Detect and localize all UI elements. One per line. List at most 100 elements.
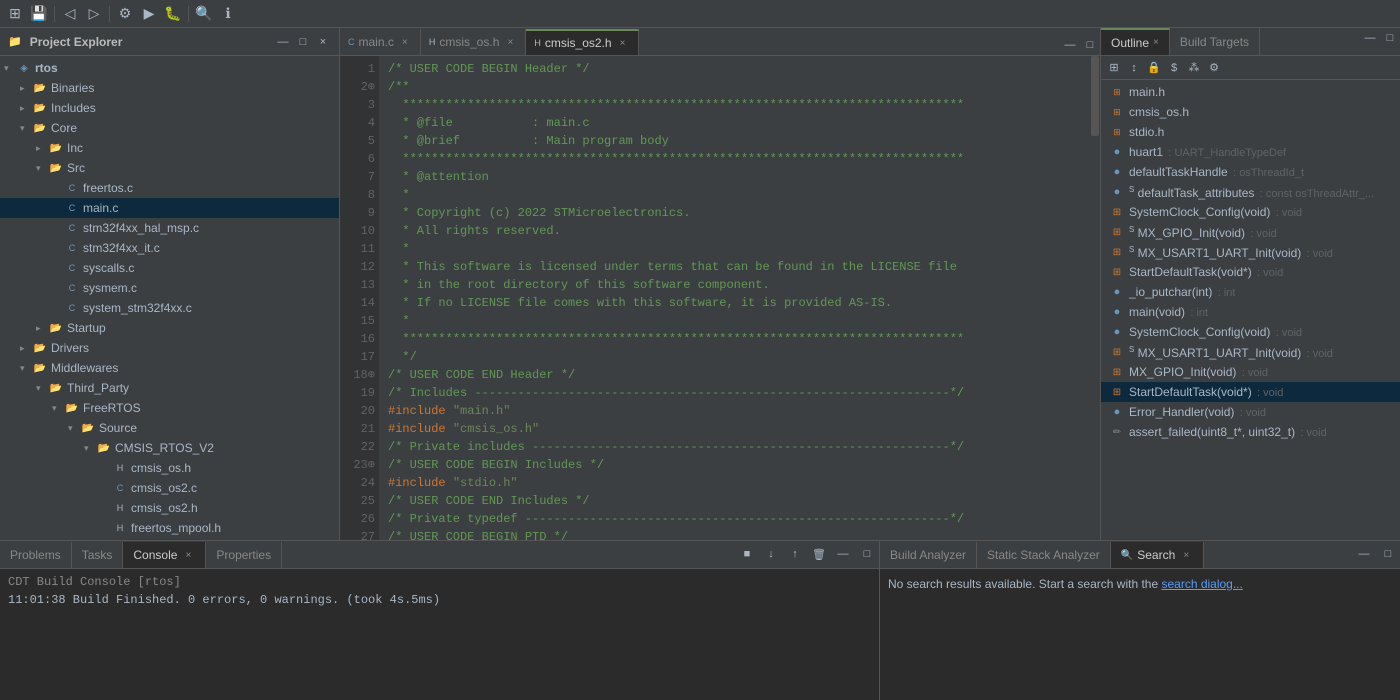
run-button[interactable]: ▶ (138, 3, 160, 25)
forward-button[interactable]: ▷ (83, 3, 105, 25)
tree-item-src[interactable]: ▾ 📂 Src (0, 158, 339, 178)
new-button[interactable]: ⊞ (4, 3, 26, 25)
outline-item-sysclock2[interactable]: ● SystemClock_Config(void) : void (1101, 322, 1400, 342)
tree-item-cmsis-os-h[interactable]: H cmsis_os.h (0, 458, 339, 478)
label-system: system_stm32f4xx.c (83, 301, 192, 315)
console-minimize[interactable]: — (833, 544, 853, 564)
tree-item-cmsis-os2-h[interactable]: H cmsis_os2.h (0, 498, 339, 518)
tree-item-startup[interactable]: ▸ 📂 Startup (0, 318, 339, 338)
outline-maximize[interactable]: □ (1380, 28, 1400, 48)
tab-close-main-c[interactable]: × (398, 35, 412, 49)
tab-icon-cmsis-os-h: H (429, 37, 436, 47)
tab-outline-close[interactable]: × (1153, 37, 1159, 48)
search-panel-maximize[interactable]: □ (1378, 544, 1398, 564)
search-panel-minimize[interactable]: — (1354, 544, 1374, 564)
debug-button[interactable]: 🐛 (162, 3, 184, 25)
bottom-tab-console[interactable]: Console × (123, 542, 206, 568)
tree-item-hal-msp[interactable]: C stm32f4xx_hal_msp.c (0, 218, 339, 238)
code-line-16: ****************************************… (388, 330, 1082, 348)
tree-item-sysmem[interactable]: C sysmem.c (0, 278, 339, 298)
bottom-tab-problems[interactable]: Problems (0, 542, 72, 568)
outline-item-sysclock[interactable]: ⊞ SystemClock_Config(void) : void (1101, 202, 1400, 222)
tree-item-third-party[interactable]: ▾ 📂 Third_Party (0, 378, 339, 398)
tree-item-syscalls[interactable]: C syscalls.c (0, 258, 339, 278)
outline-item-startdefault2[interactable]: ⊞ StartDefaultTask(void*) : void (1101, 382, 1400, 402)
save-button[interactable]: 💾 (28, 3, 50, 25)
tab-cmsis-os2-h[interactable]: H cmsis_os2.h × (526, 29, 638, 55)
back-button[interactable]: ◁ (59, 3, 81, 25)
search-dialog-link[interactable]: search dialog... (1161, 577, 1242, 591)
outline-btn-3[interactable]: 🔒 (1145, 59, 1163, 77)
tree-item-cmsis-rtos[interactable]: ▾ 📂 CMSIS_RTOS_V2 (0, 438, 339, 458)
project-explorer-minimize[interactable]: — (275, 34, 291, 50)
tree-item-rtos[interactable]: ▾ ◈ rtos (0, 58, 339, 78)
editor-maximize[interactable]: □ (1080, 35, 1100, 55)
outline-btn-2[interactable]: ↕ (1125, 59, 1143, 77)
outline-item-assert-failed[interactable]: ✏ assert_failed(uint8_t*, uint32_t) : vo… (1101, 422, 1400, 442)
tree-item-cmsis-os2-c[interactable]: C cmsis_os2.c (0, 478, 339, 498)
tab-main-c[interactable]: C main.c × (340, 29, 421, 55)
outline-item-mx-gpio2[interactable]: ⊞ MX_GPIO_Init(void) : void (1101, 362, 1400, 382)
tree-item-source[interactable]: ▾ 📂 Source (0, 418, 339, 438)
outline-btn-4[interactable]: $ (1165, 59, 1183, 77)
tab-cmsis-os-h[interactable]: H cmsis_os.h × (421, 29, 527, 55)
outline-item-dtaskhandle[interactable]: ● defaultTaskHandle : osThreadId_t (1101, 162, 1400, 182)
console-scroll-up[interactable]: ↑ (785, 544, 805, 564)
outline-item-huart1[interactable]: ● huart1 : UART_HandleTypeDef (1101, 142, 1400, 162)
search-toolbar-button[interactable]: 🔍 (193, 3, 215, 25)
editor-minimize[interactable]: — (1060, 35, 1080, 55)
outline-item-main-h[interactable]: ⊞ main.h (1101, 82, 1400, 102)
outline-item-mx-usart[interactable]: ⊞ S MX_USART1_UART_Init(void) : void (1101, 242, 1400, 262)
build-button[interactable]: ⚙ (114, 3, 136, 25)
tab-build-targets[interactable]: Build Targets (1170, 28, 1260, 55)
tree-item-freertos-c[interactable]: C freertos.c (0, 178, 339, 198)
outline-item-stdio[interactable]: ⊞ stdio.h (1101, 122, 1400, 142)
tree-item-freertos[interactable]: ▾ 📂 FreeRTOS (0, 398, 339, 418)
outline-item-error-handler[interactable]: ● Error_Handler(void) : void (1101, 402, 1400, 422)
tree-item-middlewares[interactable]: ▾ 📂 Middlewares (0, 358, 339, 378)
project-explorer-maximize[interactable]: □ (295, 34, 311, 50)
tree-item-freertos-mpool[interactable]: H freertos_mpool.h (0, 518, 339, 538)
bottom-tab-tasks[interactable]: Tasks (72, 542, 124, 568)
tree-item-system[interactable]: C system_stm32f4xx.c (0, 298, 339, 318)
code-editor[interactable]: /* USER CODE BEGIN Header */ /** *******… (380, 56, 1090, 540)
editor-vscroll-thumb[interactable] (1091, 56, 1099, 136)
tab-close-cmsis-os-h[interactable]: × (503, 35, 517, 49)
tree-item-hal-it[interactable]: C stm32f4xx_it.c (0, 238, 339, 258)
folder-icon-src: 📂 (48, 160, 64, 176)
editor-vscroll[interactable] (1090, 56, 1100, 540)
project-explorer-close[interactable]: × (315, 34, 331, 50)
bottom-tab-search[interactable]: 🔍 Search × (1111, 542, 1204, 568)
bottom-tab-build-analyzer[interactable]: Build Analyzer (880, 542, 977, 568)
console-clear[interactable]: 🗑 (809, 544, 829, 564)
label-binaries: Binaries (51, 81, 94, 95)
outline-minimize[interactable]: — (1360, 28, 1380, 48)
outline-item-dtaskattr[interactable]: ● S defaultTask_attributes : const osThr… (1101, 182, 1400, 202)
bottom-left-panel: Problems Tasks Console × Properties ■ ↓ … (0, 541, 880, 700)
console-scroll-down[interactable]: ↓ (761, 544, 781, 564)
console-maximize[interactable]: □ (857, 544, 877, 564)
tree-item-core[interactable]: ▾ 📂 Core (0, 118, 339, 138)
console-stop[interactable]: ■ (737, 544, 757, 564)
info-button[interactable]: ℹ (217, 3, 239, 25)
tab-outline[interactable]: Outline × (1101, 28, 1170, 55)
outline-item-main-func[interactable]: ● main(void) : int (1101, 302, 1400, 322)
bottom-console-close[interactable]: × (181, 548, 195, 562)
tree-item-inc[interactable]: ▸ 📂 Inc (0, 138, 339, 158)
outline-btn-1[interactable]: ⊞ (1105, 59, 1123, 77)
tree-item-main-c[interactable]: C main.c (0, 198, 339, 218)
bottom-tab-properties[interactable]: Properties (206, 542, 282, 568)
bottom-tab-static-stack[interactable]: Static Stack Analyzer (977, 542, 1111, 568)
outline-btn-gear[interactable]: ⚙ (1205, 59, 1223, 77)
tree-item-includes[interactable]: ▸ 📂 Includes (0, 98, 339, 118)
outline-item-startdefault1[interactable]: ⊞ StartDefaultTask(void*) : void (1101, 262, 1400, 282)
search-tab-close[interactable]: × (1179, 548, 1193, 562)
outline-item-mx-gpio1[interactable]: ⊞ S MX_GPIO_Init(void) : void (1101, 222, 1400, 242)
outline-btn-5[interactable]: ⁂ (1185, 59, 1203, 77)
outline-item-ioputchar[interactable]: ● _io_putchar(int) : int (1101, 282, 1400, 302)
outline-item-mx-usart2[interactable]: ⊞ S MX_USART1_UART_Init(void) : void (1101, 342, 1400, 362)
tree-item-drivers[interactable]: ▸ 📂 Drivers (0, 338, 339, 358)
tree-item-binaries[interactable]: ▸ 📂 Binaries (0, 78, 339, 98)
outline-item-cmsis-os-outline[interactable]: ⊞ cmsis_os.h (1101, 102, 1400, 122)
tab-close-cmsis-os2-h[interactable]: × (616, 36, 630, 50)
